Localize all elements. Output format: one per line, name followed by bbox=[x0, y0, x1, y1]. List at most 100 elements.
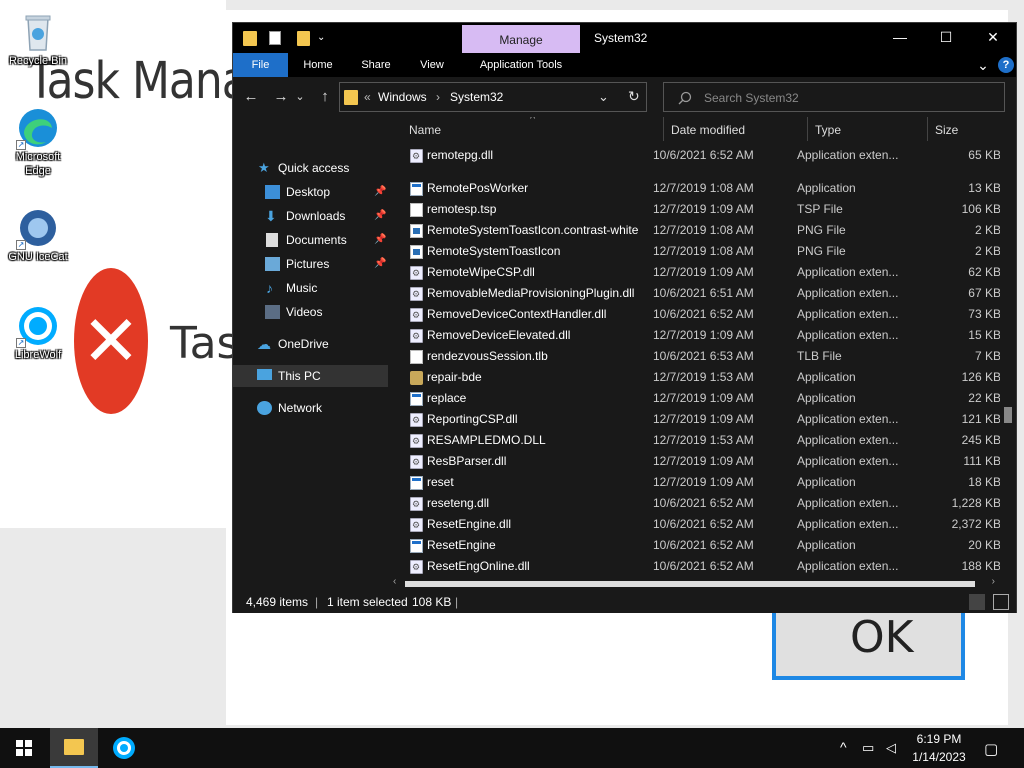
nav-quick-access[interactable]: ★ Quick access bbox=[233, 157, 388, 179]
file-name: RemoveDeviceElevated.dll bbox=[427, 328, 571, 342]
image-file-icon bbox=[410, 245, 423, 259]
file-size: 245 KB bbox=[961, 433, 1001, 447]
start-button[interactable] bbox=[0, 728, 48, 768]
file-row[interactable]: RemoteSystemToastIcon 12/7/2019 1:08 AM PN… bbox=[403, 241, 1003, 262]
nav-pictures[interactable]: Pictures 📌 bbox=[233, 253, 388, 275]
nav-network[interactable]: Network bbox=[233, 397, 388, 419]
column-size[interactable]: Size bbox=[935, 123, 958, 137]
breadcrumb-overflow[interactable]: « bbox=[364, 90, 371, 104]
column-date-modified[interactable]: Date modified bbox=[671, 123, 745, 137]
large-icons-view-button[interactable] bbox=[993, 594, 1009, 610]
vertical-scrollbar[interactable] bbox=[1000, 141, 1015, 593]
expand-ribbon-icon[interactable]: ⌄ bbox=[973, 53, 993, 77]
file-type: Application exten... bbox=[797, 454, 899, 468]
tab-file[interactable]: File bbox=[233, 53, 288, 77]
tab-view[interactable]: View bbox=[411, 53, 453, 77]
file-row[interactable]: RemoteSystemToastIcon.contrast-white 12/7… bbox=[403, 220, 1003, 241]
scrollbar-thumb[interactable] bbox=[405, 581, 975, 587]
nav-documents[interactable]: Documents 📌 bbox=[233, 229, 388, 251]
file-row[interactable]: remotepg.dll 10/6/2021 6:52 AM Application… bbox=[403, 145, 1003, 167]
desktop-icon-librewolf[interactable]: ↗ LibreWolf bbox=[6, 304, 70, 362]
properties-icon[interactable] bbox=[269, 31, 281, 45]
show-hidden-icons-button[interactable]: ^ bbox=[840, 739, 847, 755]
file-row[interactable]: RemoteWipeCSP.dll 12/7/2019 1:09 AM Applic… bbox=[403, 262, 1003, 284]
file-row[interactable]: repair-bde 12/7/2019 1:53 AM Application 12… bbox=[403, 367, 1003, 388]
file-type: PNG File bbox=[797, 244, 846, 258]
clock-time[interactable]: 6:19 PM bbox=[906, 732, 972, 746]
back-button[interactable]: ← bbox=[239, 87, 263, 107]
scrollbar-thumb[interactable] bbox=[1004, 407, 1012, 423]
desktop-icon-recycle-bin[interactable]: Recycle Bin bbox=[6, 10, 70, 68]
nav-this-pc[interactable]: This PC bbox=[233, 365, 388, 387]
file-row[interactable]: RESAMPLEDMO.DLL 12/7/2019 1:53 AM Applicat… bbox=[403, 430, 1003, 452]
status-separator: | bbox=[315, 595, 319, 609]
forward-button[interactable]: → bbox=[269, 87, 293, 107]
file-size: 7 KB bbox=[974, 349, 1001, 363]
file-row[interactable]: RemotePosWorker 12/7/2019 1:08 AM Applicat… bbox=[403, 178, 1003, 199]
file-size: 1,228 KB bbox=[951, 496, 1001, 510]
address-bar[interactable]: « Windows › System32 ⌄ ↻ bbox=[339, 82, 647, 112]
file-size: 67 KB bbox=[968, 286, 1001, 300]
file-date: 12/7/2019 1:08 AM bbox=[653, 223, 754, 237]
new-folder-icon[interactable] bbox=[297, 31, 310, 46]
tab-application-tools[interactable]: Application Tools bbox=[469, 53, 573, 77]
address-dropdown-icon[interactable]: ⌄ bbox=[598, 89, 609, 105]
taskbar-librewolf[interactable] bbox=[100, 728, 148, 768]
clock-date[interactable]: 1/14/2023 bbox=[906, 750, 972, 764]
search-input[interactable]: Search System32 bbox=[663, 82, 1005, 112]
file-row[interactable]: ResetEngine.dll 10/6/2021 6:52 AM Applicat… bbox=[403, 514, 1003, 536]
dll-file-icon bbox=[410, 452, 423, 473]
file-name: ResetEngine.dll bbox=[427, 517, 512, 531]
file-row[interactable]: ReportingCSP.dll 12/7/2019 1:09 AM Applica… bbox=[403, 409, 1003, 431]
up-button[interactable]: ↑ bbox=[313, 87, 337, 107]
refresh-icon[interactable]: ↻ bbox=[628, 88, 640, 105]
file-row[interactable]: reseteng.dll 10/6/2021 6:52 AM Application… bbox=[403, 493, 1003, 515]
tab-share[interactable]: Share bbox=[353, 53, 399, 77]
column-type[interactable]: Type bbox=[815, 123, 841, 137]
nav-desktop[interactable]: Desktop 📌 bbox=[233, 181, 388, 203]
file-row[interactable]: ResBParser.dll 12/7/2019 1:09 AM Applicati… bbox=[403, 451, 1003, 473]
breadcrumb-windows[interactable]: Windows bbox=[378, 90, 427, 104]
file-row[interactable]: RemovableMediaProvisioningPlugin.dll 10/6… bbox=[403, 283, 1003, 305]
file-row[interactable]: remotesp.tsp 12/7/2019 1:09 AM TSP File 106… bbox=[403, 199, 1003, 220]
file-row[interactable]: rendezvousSession.tlb 10/6/2021 6:53 AM TL… bbox=[403, 346, 1003, 367]
file-type: Application exten... bbox=[797, 433, 899, 447]
nav-music[interactable]: ♪ Music bbox=[233, 277, 388, 299]
quick-access-toolbar-dropdown-icon[interactable]: ⌄ bbox=[317, 32, 327, 44]
nav-videos[interactable]: Videos bbox=[233, 301, 388, 323]
column-name[interactable]: Name bbox=[409, 123, 441, 137]
tab-home[interactable]: Home bbox=[295, 53, 341, 77]
file-row[interactable]: reset 12/7/2019 1:09 AM Application 18 KB bbox=[403, 472, 1003, 493]
minimize-button[interactable]: — bbox=[877, 23, 923, 53]
dll-file-icon bbox=[410, 284, 423, 305]
selected-size: 108 KB bbox=[412, 595, 452, 609]
application-icon bbox=[410, 182, 423, 196]
taskbar-file-explorer[interactable] bbox=[50, 728, 98, 768]
breadcrumb-system32[interactable]: System32 bbox=[450, 90, 503, 104]
desktop-icon-icecat[interactable]: ↗ GNU IceCat bbox=[6, 206, 70, 264]
file-row[interactable]: RemoveDeviceElevated.dll 12/7/2019 1:09 A… bbox=[403, 325, 1003, 347]
nav-downloads[interactable]: ⬇ Downloads 📌 bbox=[233, 205, 388, 227]
maximize-button[interactable]: ☐ bbox=[923, 23, 969, 53]
notifications-icon[interactable]: ▢ bbox=[984, 740, 998, 758]
file-size: 15 KB bbox=[968, 328, 1001, 342]
breadcrumb-separator[interactable]: › bbox=[436, 90, 440, 104]
help-icon[interactable]: ? bbox=[998, 57, 1014, 73]
desktop-icon-edge[interactable]: ↗ Microsoft Edge bbox=[6, 106, 70, 178]
title-bar[interactable]: ⌄ Manage System32 — ☐ ✕ bbox=[233, 23, 1016, 53]
details-view-button[interactable] bbox=[969, 594, 985, 610]
file-row[interactable]: ResetEngine 10/6/2021 6:52 AM Application 2… bbox=[403, 535, 1003, 556]
file-type: Application exten... bbox=[797, 412, 899, 426]
desktop-icon-label: Recycle Bin bbox=[8, 55, 68, 67]
file-row[interactable]: RemoveDeviceContextHandler.dll 10/6/2021 … bbox=[403, 304, 1003, 326]
file-date: 12/7/2019 1:53 AM bbox=[653, 433, 754, 447]
volume-icon[interactable]: ◁ bbox=[886, 740, 896, 756]
network-status-icon[interactable]: ▭ bbox=[862, 740, 874, 756]
horizontal-scrollbar[interactable]: ‹ › bbox=[389, 575, 1001, 591]
nav-onedrive[interactable]: ☁ OneDrive bbox=[233, 333, 388, 355]
file-name: remotepg.dll bbox=[427, 148, 494, 162]
file-row[interactable]: replace 12/7/2019 1:09 AM Application 22 KB bbox=[403, 388, 1003, 409]
file-row[interactable]: ResetEngOnline.dll 10/6/2021 6:52 AM Appli… bbox=[403, 556, 1003, 578]
recent-locations-button[interactable]: ⌄ bbox=[293, 87, 307, 107]
close-button[interactable]: ✕ bbox=[970, 23, 1016, 53]
